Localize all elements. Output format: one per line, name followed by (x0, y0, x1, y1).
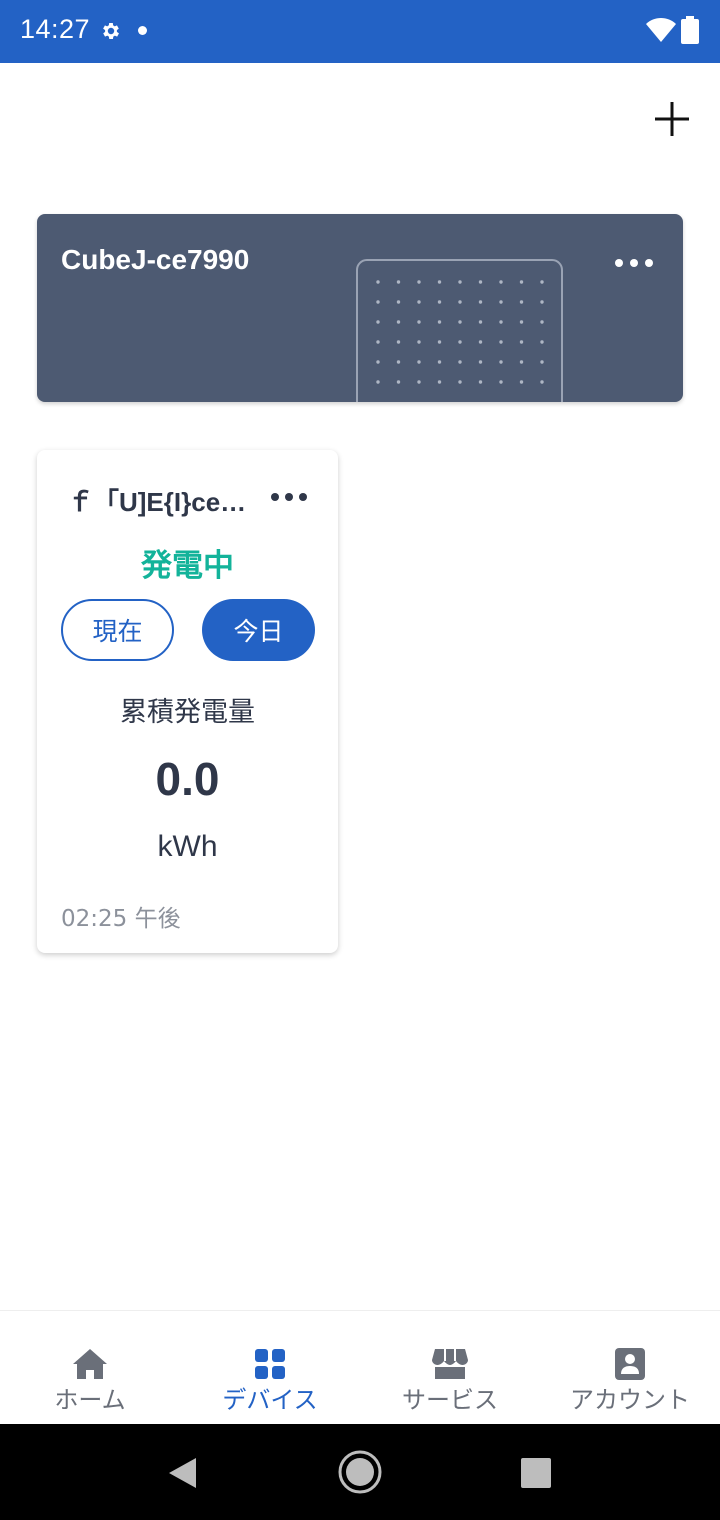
back-icon[interactable] (166, 1456, 198, 1490)
hub-more-button[interactable] (611, 248, 657, 278)
account-icon (615, 1348, 645, 1380)
hub-device-illustration (356, 259, 563, 402)
nav-item-devices[interactable]: デバイス (180, 1311, 360, 1425)
home-icon (73, 1349, 107, 1379)
nav-label-services: サービス (402, 1386, 498, 1414)
nav-item-home[interactable]: ホーム (0, 1311, 180, 1425)
nav-item-account[interactable]: アカウント (540, 1311, 720, 1425)
device-more-button[interactable] (269, 484, 309, 510)
gear-icon (103, 23, 119, 39)
generation-status: 発電中 (141, 548, 234, 584)
device-name: ｆ「U]E{I}ce… (67, 487, 247, 517)
metric-unit: kWh (157, 830, 218, 863)
grid-icon (255, 1349, 285, 1379)
toggle-now-button[interactable]: 現在 (61, 599, 174, 661)
recents-icon[interactable] (520, 1457, 552, 1489)
hub-name: CubeJ-ce7990 (61, 244, 250, 275)
hub-card[interactable]: CubeJ-ce7990 (37, 214, 683, 402)
nav-item-services[interactable]: サービス (360, 1311, 540, 1425)
device-card[interactable]: ｆ「U]E{I}ce… 発電中 現在 今日 累積発電量 0.0 kWh 02:2… (37, 450, 338, 953)
battery-icon (681, 16, 699, 44)
home-circle-icon[interactable] (337, 1449, 383, 1495)
status-bar: 14:27 (0, 0, 720, 63)
toggle-today-button[interactable]: 今日 (202, 599, 315, 661)
wifi-icon (646, 18, 676, 42)
metric-label: 累積発電量 (120, 697, 255, 728)
status-time: 14:27 (20, 14, 91, 44)
store-icon (432, 1349, 468, 1379)
nav-label-account: アカウント (570, 1386, 690, 1414)
nav-label-home: ホーム (54, 1386, 126, 1414)
add-device-button[interactable] (650, 97, 694, 141)
bottom-nav: ホーム デバイス サービス アカウント (0, 1310, 720, 1424)
notification-dot-icon (138, 26, 147, 35)
metric-value: 0.0 (155, 753, 220, 805)
system-nav-bar (0, 1424, 720, 1520)
updated-time: 02:25 午後 (61, 906, 181, 932)
nav-label-devices: デバイス (222, 1386, 318, 1414)
